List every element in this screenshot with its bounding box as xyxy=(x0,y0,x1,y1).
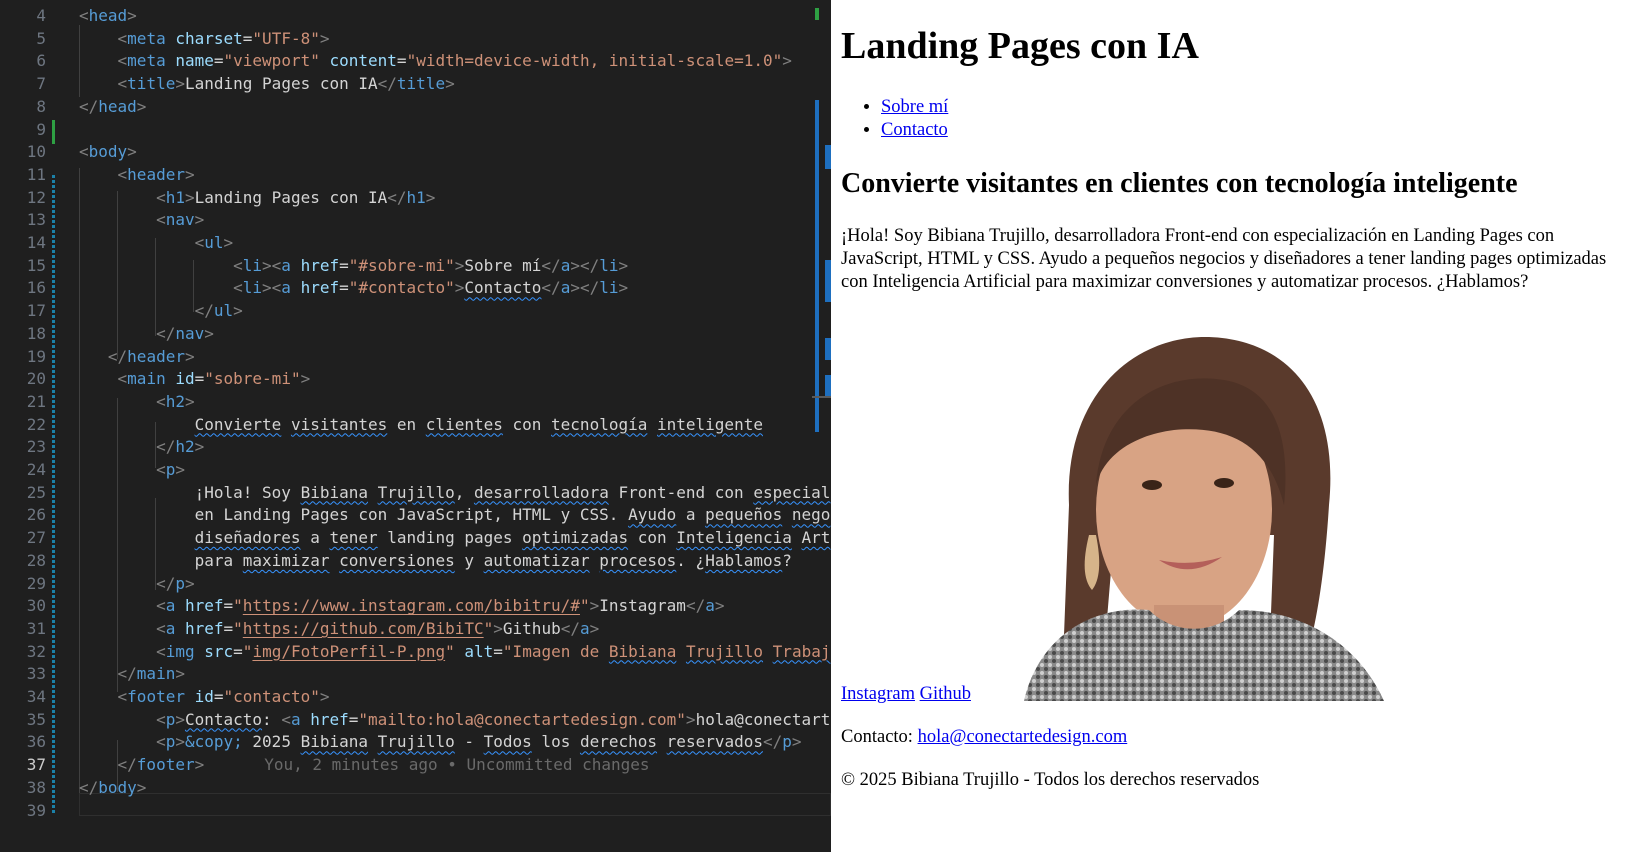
overview-ruler-mark xyxy=(815,8,819,20)
line-code: </p> xyxy=(156,573,195,593)
line-number: 13 xyxy=(26,210,46,230)
line-code: <body> xyxy=(79,142,137,162)
line-number: 9 xyxy=(36,119,46,139)
line-code: <li><a href="#contacto">Contacto</a></li… xyxy=(233,278,629,298)
line-number: 4 xyxy=(36,6,46,25)
code-editor[interactable]: 4 <head> 5 <meta charset="UTF-8"> 6 <meta n… xyxy=(0,0,831,852)
line-code: <a href="https://www.instagram.com/bibit… xyxy=(156,596,725,616)
line-number: 17 xyxy=(26,301,46,321)
section-heading: Convierte visitantes en clientes con tec… xyxy=(841,168,1518,199)
line-number: 19 xyxy=(26,346,46,366)
line-number: 35 xyxy=(26,709,46,729)
line-number: 12 xyxy=(26,187,46,207)
line-number: 20 xyxy=(26,369,46,389)
line-code: ¡Hola! Soy Bibiana Trujillo, desarrollad… xyxy=(79,482,831,502)
line-number: 33 xyxy=(26,664,46,684)
line-code: <h2> xyxy=(156,391,195,411)
line-number: 16 xyxy=(26,278,46,298)
instagram-link[interactable]: Instagram xyxy=(841,684,915,704)
current-line-highlight xyxy=(79,793,831,816)
line-number: 30 xyxy=(26,596,46,616)
page-title: Landing Pages con IA xyxy=(841,25,1199,67)
nav-link-contacto[interactable]: Contacto xyxy=(881,120,948,140)
line-code: <p>&copy; 2025 Bibiana Trujillo - Todos … xyxy=(156,732,802,752)
copyright-text: © 2025 Bibiana Trujillo - Todos los dere… xyxy=(841,770,1260,790)
line-number: 22 xyxy=(26,414,46,434)
gutter-modified-marker xyxy=(52,175,55,815)
line-number: 28 xyxy=(26,550,46,570)
line-code: <a href="https://github.com/BibiTC">Gith… xyxy=(156,618,600,638)
line-number: 10 xyxy=(26,142,46,162)
line-number: 25 xyxy=(26,482,46,502)
line-code: <footer id="contacto"> xyxy=(117,687,330,706)
line-code: <p>Contacto: <a href="mailto:hola@conect… xyxy=(156,709,831,729)
line-code: </header> xyxy=(107,346,195,366)
line-code: <li><a href="#sobre-mi">Sobre mí</a></li… xyxy=(233,255,629,275)
line-number: 7 xyxy=(36,74,46,94)
line-code: <ul> xyxy=(194,233,234,252)
line-number: 11 xyxy=(26,164,46,184)
overview-ruler-mark xyxy=(815,100,819,432)
social-links: Instagram Github xyxy=(841,683,971,706)
nav-item: Sobre mí xyxy=(881,96,948,119)
line-number: 36 xyxy=(26,732,46,752)
line-number: 6 xyxy=(36,51,46,71)
contact-line: Contacto: hola@conectartedesign.com xyxy=(841,726,1127,749)
line-code: </ul> xyxy=(194,301,243,321)
github-link[interactable]: Github xyxy=(920,684,971,704)
line-number: 39 xyxy=(26,800,46,820)
line-code: <main id="sobre-mi"> xyxy=(117,369,311,389)
nav-list: Sobre mí Contacto xyxy=(841,96,948,142)
intro-paragraph: ¡Hola! Soy Bibiana Trujillo, desarrollad… xyxy=(841,226,1607,292)
contact-label: Contacto: xyxy=(841,727,918,747)
line-code: diseñadores a tener landing pages optimi… xyxy=(194,528,831,548)
line-number: 34 xyxy=(26,687,46,706)
line-number: 14 xyxy=(26,233,46,252)
line-number: 31 xyxy=(26,618,46,638)
line-number: 24 xyxy=(26,460,46,479)
line-code: para maximizar conversiones y automatiza… xyxy=(79,550,792,570)
line-number: 32 xyxy=(26,641,46,661)
line-code: <nav> xyxy=(156,210,205,230)
line-code: </head> xyxy=(79,96,147,116)
line-code: </body> xyxy=(79,777,147,797)
line-code: </h2> xyxy=(156,437,205,457)
profile-photo xyxy=(984,335,1387,701)
line-number: 26 xyxy=(26,505,46,525)
line-number: 18 xyxy=(26,323,46,343)
line-code: <title>Landing Pages con IA</title> xyxy=(117,74,455,94)
git-blame-annotation: You, 2 minutes ago • Uncommitted changes xyxy=(264,755,650,775)
line-code: <h1>Landing Pages con IA</h1> xyxy=(156,187,436,207)
line-code: <p> xyxy=(156,460,185,479)
browser-preview: Landing Pages con IA Sobre mí Contacto C… xyxy=(831,0,1633,852)
line-code: <head> xyxy=(79,6,137,25)
overview-ruler-mark xyxy=(812,396,831,398)
line-number: 37 xyxy=(26,755,46,775)
nav-item: Contacto xyxy=(881,119,948,142)
line-number: 8 xyxy=(36,96,46,116)
line-number: 15 xyxy=(26,255,46,275)
line-code: Convierte visitantes en clientes con tec… xyxy=(194,414,763,434)
line-number: 5 xyxy=(36,28,46,48)
line-number: 29 xyxy=(26,573,46,593)
line-code: <meta charset="UTF-8"> xyxy=(117,28,330,48)
line-number: 21 xyxy=(26,391,46,411)
line-code: </footer> You, 2 minutes ago • Uncommitte… xyxy=(117,755,650,775)
line-number: 27 xyxy=(26,528,46,548)
line-number: 38 xyxy=(26,777,46,797)
nav-link-sobre-mi[interactable]: Sobre mí xyxy=(881,97,948,117)
gutter-added-marker xyxy=(52,120,55,144)
line-number: 23 xyxy=(26,437,46,457)
line-code: en Landing Pages con JavaScript, HTML y … xyxy=(79,505,831,525)
line-code: <img src="img/FotoPerfil-P.png" alt="Ima… xyxy=(156,641,831,661)
line-code: </main> xyxy=(117,664,185,684)
line-code: <meta name="viewport" content="width=dev… xyxy=(117,51,792,71)
line-code: </nav> xyxy=(156,323,214,343)
line-code: <header> xyxy=(117,164,195,184)
contact-email-link[interactable]: hola@conectartedesign.com xyxy=(918,727,1128,747)
